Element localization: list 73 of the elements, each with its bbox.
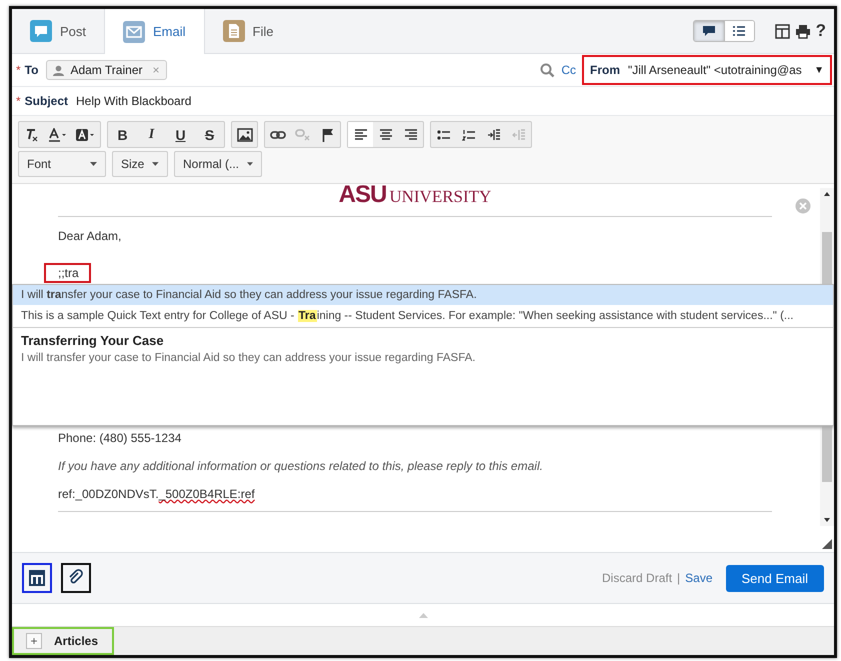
- caret-icon: [152, 162, 159, 166]
- greeting-text: Dear Adam,: [58, 229, 122, 243]
- envelope-icon: [123, 20, 146, 42]
- send-email-button[interactable]: Send Email: [726, 564, 824, 592]
- indent-icon: [486, 128, 500, 140]
- paperclip-icon[interactable]: [61, 563, 91, 593]
- background-color-icon: [76, 128, 96, 142]
- unlink-icon: [294, 128, 310, 140]
- expand-button[interactable]: +: [26, 633, 42, 649]
- note-text: If you have any additional information or questions related to this, please reply to this email.: [58, 459, 544, 473]
- layout-icon[interactable]: [774, 24, 790, 38]
- suggestion-item[interactable]: This is a sample Quick Text entry for College of ASU - Training -- Student Services. For example: "When seeking assistance with student services..." (...: [13, 305, 833, 328]
- image-icon: [236, 128, 252, 142]
- reference-text: ref:_00DZ0NDVsT._500Z0B4RLE:ref: [58, 487, 256, 501]
- speech-bubble-icon: [702, 25, 716, 37]
- align-center-icon: [378, 128, 392, 140]
- underline-button[interactable]: U: [166, 122, 195, 147]
- bullet-list-icon: [436, 128, 450, 140]
- recipient-name: Adam Trainer: [70, 63, 142, 77]
- size-dropdown[interactable]: Size: [112, 151, 168, 177]
- template-icon[interactable]: [22, 563, 52, 593]
- from-label: From: [590, 63, 620, 77]
- caret-icon: [90, 162, 97, 166]
- person-icon: [53, 64, 64, 76]
- typed-shortcut: ;;tra: [44, 263, 91, 283]
- bold-button[interactable]: B: [108, 122, 137, 147]
- font-dropdown[interactable]: Font: [18, 151, 106, 177]
- list-icon: [732, 25, 746, 37]
- caret-icon: ▼: [814, 64, 824, 76]
- search-icon[interactable]: [540, 62, 556, 78]
- speech-bubble-icon: [30, 20, 52, 42]
- resize-handle-icon[interactable]: [822, 539, 832, 549]
- align-left-icon: [354, 128, 368, 140]
- outdent-icon: [512, 128, 526, 140]
- publisher-tab[interactable]: Post: [12, 9, 104, 53]
- from-value: "Jill Arseneault" <utotraining@as: [628, 63, 803, 77]
- collapse-handle-icon[interactable]: [418, 612, 428, 618]
- link-icon: [270, 130, 286, 140]
- save-link[interactable]: Save: [685, 571, 713, 585]
- cc-link[interactable]: Cc: [561, 63, 576, 77]
- university-logo: ASU UNIVERSITY: [338, 184, 492, 206]
- preview-text: I will transfer your case to Financial Aid so they can address your issue regarding FASFA.: [21, 352, 476, 364]
- scroll-down-icon[interactable]: [823, 518, 831, 523]
- list-view-button[interactable]: [724, 21, 754, 41]
- link-separator: |: [677, 571, 680, 585]
- align-right-icon: [404, 128, 418, 140]
- publisher-tab[interactable]: File: [204, 9, 292, 53]
- phone-text: Phone: (480) 555-1234: [58, 431, 182, 445]
- articles-label: Articles: [54, 634, 98, 648]
- subject-label: Subject: [24, 94, 68, 108]
- strikethrough-button[interactable]: S: [195, 122, 224, 147]
- chat-view-button[interactable]: [694, 21, 724, 41]
- italic-button[interactable]: I: [137, 122, 166, 147]
- flag-icon: [322, 128, 334, 142]
- subject-field[interactable]: Help With Blackboard: [76, 94, 192, 108]
- recipient-chip[interactable]: Adam Trainer ×: [46, 60, 166, 80]
- scroll-up-icon[interactable]: [823, 191, 831, 196]
- help-button[interactable]: ?: [816, 21, 826, 41]
- to-label: To: [24, 63, 38, 77]
- required-mark: *: [16, 94, 21, 108]
- caret-icon: [247, 162, 253, 166]
- clear-format-icon: [24, 128, 38, 142]
- from-dropdown[interactable]: From "Jill Arseneault" <utotraining@as ▼: [582, 55, 832, 85]
- document-icon: [222, 20, 245, 42]
- format-dropdown[interactable]: Normal (...: [174, 151, 262, 177]
- publisher-tab[interactable]: Email: [104, 9, 205, 54]
- printer-icon[interactable]: [794, 24, 811, 38]
- suggestion-item[interactable]: I will transfer your case to Financial Aid so they can address your issue regarding FASFA.: [13, 285, 833, 305]
- preview-title: Transferring Your Case: [21, 333, 165, 348]
- numbered-list-icon: [462, 128, 476, 140]
- required-mark: *: [16, 63, 21, 77]
- text-color-icon: [48, 128, 68, 142]
- align-left-button[interactable]: [348, 122, 373, 147]
